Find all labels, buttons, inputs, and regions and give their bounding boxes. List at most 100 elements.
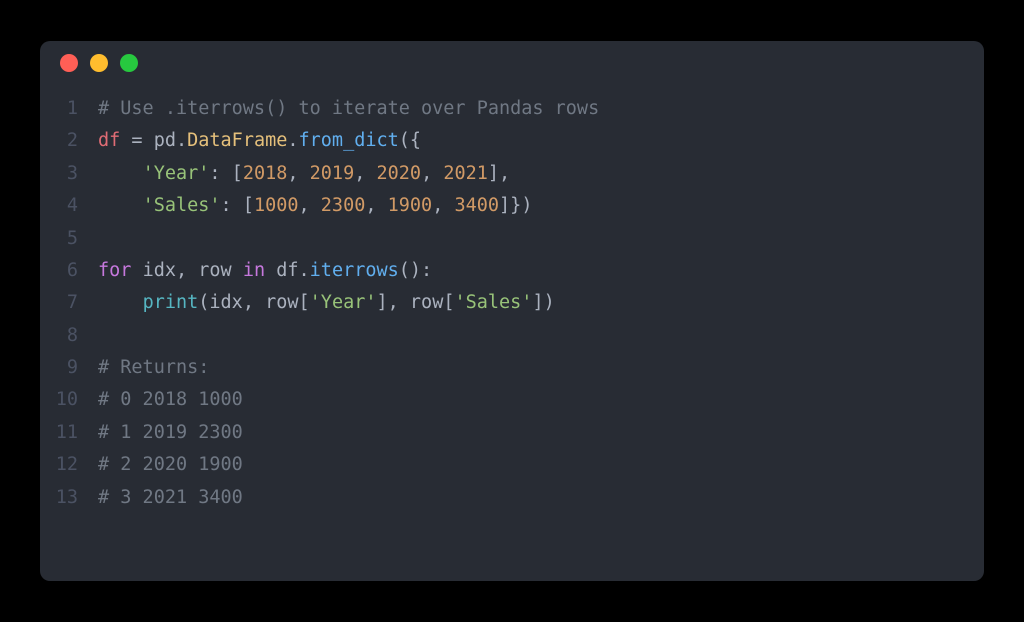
code-content[interactable]: # 3 2021 3400	[98, 482, 243, 514]
code-token: 2020	[377, 163, 422, 184]
code-token: .	[176, 130, 187, 151]
code-content[interactable]: 'Year': [2018, 2019, 2020, 2021],	[98, 158, 510, 190]
code-token: 2019	[310, 163, 355, 184]
code-line[interactable]: 2df = pd.DataFrame.from_dict({	[40, 125, 984, 157]
line-number: 13	[40, 482, 98, 514]
code-token	[232, 260, 243, 281]
code-token: .	[299, 260, 310, 281]
code-token: ,	[354, 163, 376, 184]
code-content[interactable]: # 2 2020 1900	[98, 449, 243, 481]
line-number: 10	[40, 384, 98, 416]
code-token: [	[299, 292, 310, 313]
code-line[interactable]: 11# 1 2019 2300	[40, 417, 984, 449]
code-token: ]})	[499, 195, 532, 216]
code-line[interactable]: 1# Use .iterrows() to iterate over Panda…	[40, 93, 984, 125]
code-content[interactable]: # 0 2018 1000	[98, 384, 243, 416]
code-content[interactable]	[98, 223, 109, 255]
code-line[interactable]: 6for idx, row in df.iterrows():	[40, 255, 984, 287]
line-number: 6	[40, 255, 98, 287]
code-token: 'Sales'	[454, 292, 532, 313]
code-token: row	[198, 260, 231, 281]
code-token: print	[143, 292, 199, 313]
line-number: 4	[40, 190, 98, 222]
code-line[interactable]: 8	[40, 320, 984, 352]
code-content[interactable]: df = pd.DataFrame.from_dict({	[98, 125, 421, 157]
code-token: # Use .iterrows() to iterate over Pandas…	[98, 98, 599, 119]
code-token: =	[120, 130, 153, 151]
code-token: iterrows	[310, 260, 399, 281]
code-line[interactable]: 12# 2 2020 1900	[40, 449, 984, 481]
code-token: row	[265, 292, 298, 313]
code-token: pd	[154, 130, 176, 151]
code-content[interactable]: # Returns:	[98, 352, 209, 384]
line-number: 12	[40, 449, 98, 481]
code-token: # 0 2018 1000	[98, 389, 243, 410]
code-token: (	[198, 292, 209, 313]
code-token	[98, 195, 143, 216]
code-content[interactable]	[98, 320, 109, 352]
code-line[interactable]: 9# Returns:	[40, 352, 984, 384]
code-token: # 1 2019 2300	[98, 422, 243, 443]
code-token: ():	[399, 260, 432, 281]
code-token: in	[243, 260, 265, 281]
code-line[interactable]: 3 'Year': [2018, 2019, 2020, 2021],	[40, 158, 984, 190]
line-number: 3	[40, 158, 98, 190]
code-token: idx	[143, 260, 176, 281]
code-token: ,	[287, 163, 309, 184]
code-token: 2021	[443, 163, 488, 184]
code-token: 'Sales'	[143, 195, 221, 216]
code-token: [	[443, 292, 454, 313]
code-line[interactable]: 4 'Sales': [1000, 2300, 1900, 3400]})	[40, 190, 984, 222]
code-token: ,	[432, 195, 454, 216]
line-number: 2	[40, 125, 98, 157]
line-number: 1	[40, 93, 98, 125]
code-token: ,	[299, 195, 321, 216]
code-token: 1000	[254, 195, 299, 216]
code-token: idx	[209, 292, 242, 313]
code-token: : [	[209, 163, 242, 184]
code-token	[98, 292, 143, 313]
code-token: ],	[377, 292, 410, 313]
code-token: row	[410, 292, 443, 313]
code-token: ])	[532, 292, 554, 313]
code-area[interactable]: 1# Use .iterrows() to iterate over Panda…	[40, 85, 984, 534]
code-token: # 3 2021 3400	[98, 487, 243, 508]
editor-window: 1# Use .iterrows() to iterate over Panda…	[40, 41, 984, 581]
code-token	[131, 260, 142, 281]
code-token: DataFrame	[187, 130, 287, 151]
code-token	[265, 260, 276, 281]
code-token: ],	[488, 163, 510, 184]
code-content[interactable]: # 1 2019 2300	[98, 417, 243, 449]
code-token: 'Year'	[310, 292, 377, 313]
code-token: ,	[176, 260, 198, 281]
code-token: ,	[243, 292, 265, 313]
titlebar	[40, 41, 984, 85]
line-number: 8	[40, 320, 98, 352]
code-content[interactable]: for idx, row in df.iterrows():	[98, 255, 432, 287]
minimize-icon[interactable]	[90, 54, 108, 72]
line-number: 9	[40, 352, 98, 384]
code-line[interactable]: 13# 3 2021 3400	[40, 482, 984, 514]
code-token: 3400	[454, 195, 499, 216]
close-icon[interactable]	[60, 54, 78, 72]
line-number: 7	[40, 287, 98, 319]
code-token: df	[98, 130, 120, 151]
code-token: for	[98, 260, 131, 281]
code-token: .	[287, 130, 298, 151]
code-content[interactable]: print(idx, row['Year'], row['Sales'])	[98, 287, 555, 319]
line-number: 11	[40, 417, 98, 449]
code-token: 'Year'	[143, 163, 210, 184]
code-token: 2018	[243, 163, 288, 184]
code-token: df	[276, 260, 298, 281]
code-line[interactable]: 10# 0 2018 1000	[40, 384, 984, 416]
code-content[interactable]: # Use .iterrows() to iterate over Pandas…	[98, 93, 599, 125]
code-line[interactable]: 5	[40, 223, 984, 255]
code-token: ,	[365, 195, 387, 216]
maximize-icon[interactable]	[120, 54, 138, 72]
code-content[interactable]: 'Sales': [1000, 2300, 1900, 3400]})	[98, 190, 532, 222]
code-token: ({	[399, 130, 421, 151]
line-number: 5	[40, 223, 98, 255]
code-token: : [	[221, 195, 254, 216]
code-token	[98, 163, 143, 184]
code-line[interactable]: 7 print(idx, row['Year'], row['Sales'])	[40, 287, 984, 319]
